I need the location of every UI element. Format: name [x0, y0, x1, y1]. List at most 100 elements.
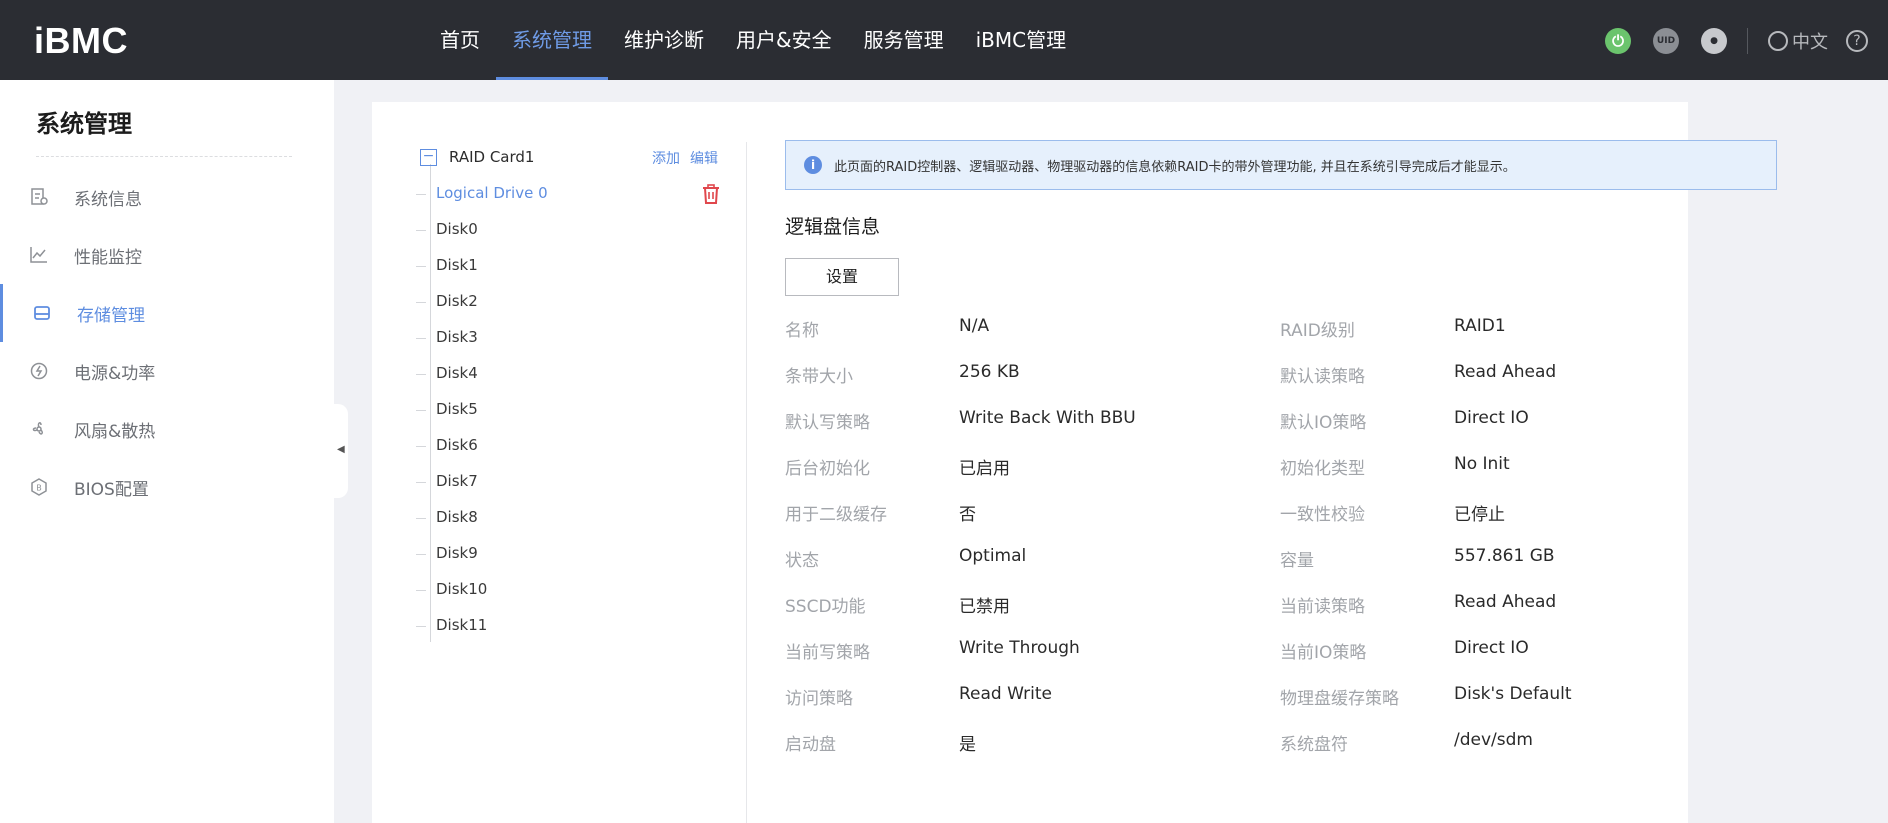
property-value: 已启用: [959, 459, 1010, 479]
language-label: 中文: [1792, 32, 1828, 53]
tree-node-disk[interactable]: Disk8: [416, 508, 478, 528]
trash-icon[interactable]: [702, 184, 720, 204]
property-value: 已禁用: [959, 597, 1010, 617]
settings-button[interactable]: 设置: [785, 258, 899, 296]
tree-actions: 添加 编辑: [652, 148, 728, 168]
property-value: 否: [959, 505, 976, 525]
tree-connector-line: [430, 164, 431, 642]
property-value: N/A: [959, 316, 990, 336]
main-content-card: − RAID Card1 添加 编辑 Logical Drive 0 Disk0 …: [372, 102, 1777, 823]
property-key: 容量: [1280, 551, 1314, 571]
main-nav: 首页 系统管理 维护诊断 用户&安全 服务管理 iBMC管理: [424, 0, 1082, 80]
property-key: 名称: [785, 321, 819, 341]
info-notice: i 此页面的RAID控制器、逻辑驱动器、物理驱动器的信息依赖RAID卡的带外管理…: [785, 140, 1777, 190]
user-avatar-icon[interactable]: ●: [1701, 28, 1727, 54]
property-key: SSCD功能: [785, 597, 866, 617]
sidebar-title: 系统管理: [36, 110, 132, 138]
property-key: 当前IO策略: [1280, 643, 1367, 663]
property-key: 访问策略: [785, 689, 853, 709]
fan-icon: [30, 420, 48, 438]
property-key: 默认写策略: [785, 413, 870, 433]
property-key: RAID级别: [1280, 321, 1355, 341]
sidebar-item-fan[interactable]: 风扇&散热: [0, 400, 334, 458]
bios-icon: B: [30, 478, 48, 496]
property-key: 默认IO策略: [1280, 413, 1367, 433]
property-value: Disk's Default: [1454, 684, 1572, 704]
tree-node-disk[interactable]: Disk3: [416, 328, 478, 348]
property-value: Direct IO: [1454, 638, 1529, 658]
power-icon[interactable]: ⏻: [1605, 28, 1631, 54]
tree-node-disk[interactable]: Disk7: [416, 472, 478, 492]
tree-node-disk[interactable]: Disk11: [415, 616, 487, 636]
top-right-tools: ⏻ UID ● 中文 ?: [1583, 28, 1868, 54]
property-key: 当前写策略: [785, 643, 870, 663]
property-value: 已停止: [1454, 505, 1505, 525]
globe-icon: [1768, 31, 1788, 51]
nav-user-security[interactable]: 用户&安全: [720, 0, 848, 80]
property-key: 条带大小: [785, 367, 853, 387]
add-link[interactable]: 添加: [652, 151, 680, 167]
language-switch[interactable]: 中文: [1768, 28, 1828, 54]
tree-node-disk[interactable]: Disk0: [416, 220, 478, 240]
sidebar-item-label: 电源&功率: [74, 363, 156, 384]
sidebar-item-system-info[interactable]: 系统信息: [0, 168, 334, 226]
property-value: 256 KB: [959, 362, 1020, 382]
collapse-minus-icon[interactable]: −: [420, 148, 437, 166]
tree-node-disk[interactable]: Disk10: [415, 580, 487, 600]
toolbar-divider: [1747, 28, 1748, 54]
sidebar-item-performance[interactable]: 性能监控: [0, 226, 334, 284]
tree-node-disk[interactable]: Disk4: [416, 364, 478, 384]
help-icon[interactable]: ?: [1846, 30, 1868, 52]
property-key: 状态: [785, 551, 819, 571]
sidebar-item-storage[interactable]: 存储管理: [0, 284, 334, 342]
sidebar-item-label: BIOS配置: [74, 479, 149, 500]
property-key: 系统盘符: [1280, 735, 1348, 755]
property-value: Read Ahead: [1454, 362, 1557, 382]
ibmc-logo[interactable]: iBMC: [34, 20, 128, 62]
property-key: 当前读策略: [1280, 597, 1365, 617]
nav-maintenance[interactable]: 维护诊断: [608, 0, 720, 80]
svg-text:B: B: [36, 484, 42, 493]
sidebar-collapse-toggle[interactable]: ◀: [334, 404, 348, 498]
tree-node-disk[interactable]: Disk2: [416, 292, 478, 312]
edit-link[interactable]: 编辑: [690, 151, 718, 167]
nav-ibmc-management[interactable]: iBMC管理: [960, 0, 1083, 80]
sidebar-item-bios[interactable]: B BIOS配置: [0, 458, 334, 516]
property-value: No Init: [1454, 454, 1510, 474]
property-value: RAID1: [1454, 316, 1506, 336]
notice-text: 此页面的RAID控制器、逻辑驱动器、物理驱动器的信息依赖RAID卡的带外管理功能…: [834, 159, 1516, 175]
tree-node-logical-drive[interactable]: Logical Drive 0: [416, 184, 548, 204]
info-icon: i: [804, 156, 822, 174]
chart-line-icon: [30, 246, 48, 264]
nav-service-management[interactable]: 服务管理: [848, 0, 960, 80]
sidebar-divider: [36, 156, 292, 157]
sidebar-item-label: 系统信息: [74, 189, 142, 210]
sidebar-item-power[interactable]: 电源&功率: [0, 342, 334, 400]
panel-divider: [746, 142, 747, 823]
tree-node-disk[interactable]: Disk5: [416, 400, 478, 420]
tree-node-disk[interactable]: Disk9: [416, 544, 478, 564]
storage-icon: [33, 304, 51, 322]
section-title: 逻辑盘信息: [785, 216, 881, 238]
nav-home[interactable]: 首页: [424, 0, 496, 80]
property-value: Read Ahead: [1454, 592, 1557, 612]
tree-root-raid-card[interactable]: − RAID Card1: [420, 148, 534, 166]
property-key: 默认读策略: [1280, 367, 1365, 387]
property-key: 物理盘缓存策略: [1280, 689, 1399, 709]
caret-left-icon: ◀: [337, 444, 345, 455]
property-key: 后台初始化: [785, 459, 870, 479]
property-value: Write Back With BBU: [959, 408, 1136, 428]
property-value: Optimal: [959, 546, 1027, 566]
property-key: 用于二级缓存: [785, 505, 887, 525]
tree-node-disk[interactable]: Disk1: [416, 256, 478, 276]
property-key: 一致性校验: [1280, 505, 1365, 525]
uid-icon[interactable]: UID: [1653, 28, 1679, 54]
nav-system-management[interactable]: 系统管理: [496, 0, 608, 80]
property-key: 初始化类型: [1280, 459, 1365, 479]
property-value: Direct IO: [1454, 408, 1529, 428]
tree-node-disk[interactable]: Disk6: [416, 436, 478, 456]
top-navigation-bar: iBMC 首页 系统管理 维护诊断 用户&安全 服务管理 iBMC管理 ⏻ UI…: [0, 0, 1888, 80]
property-key: 启动盘: [785, 735, 836, 755]
tree-root-label: RAID Card1: [449, 148, 535, 166]
power-lightning-icon: [30, 362, 48, 380]
